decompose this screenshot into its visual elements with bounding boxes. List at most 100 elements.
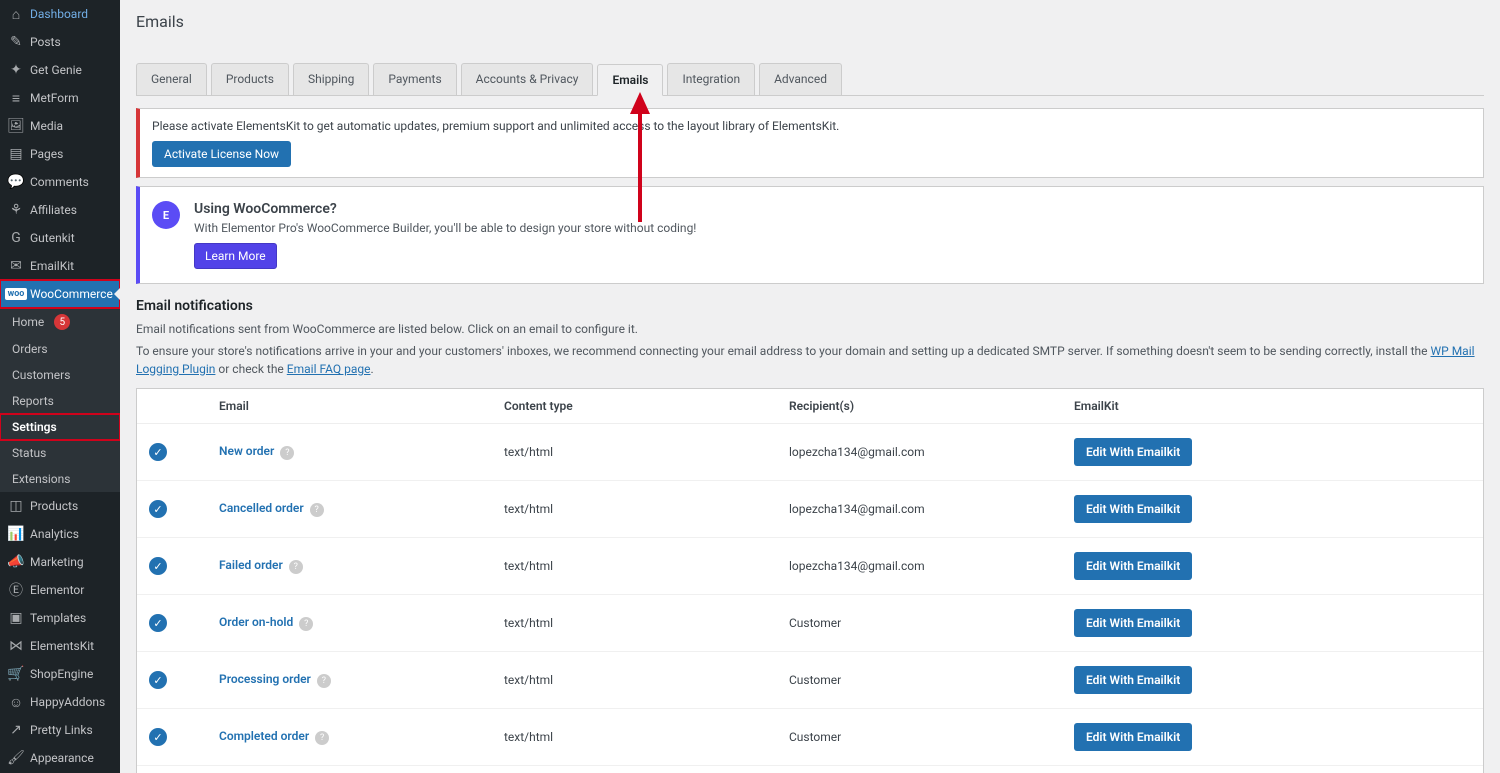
elementor-promo-notice: E Using WooCommerce? With Elementor Pro'… bbox=[136, 186, 1484, 284]
analytics-icon: 📊 bbox=[8, 526, 24, 542]
sidebar-subitem-settings[interactable]: Settings bbox=[0, 414, 120, 440]
sidebar-item-marketing[interactable]: 📣Marketing bbox=[0, 548, 120, 576]
recipient-cell: Customer bbox=[777, 595, 1062, 652]
promo-heading: Using WooCommerce? bbox=[194, 201, 696, 217]
sidebar-item-comments[interactable]: 💬Comments bbox=[0, 168, 120, 196]
edit-with-emailkit-button[interactable]: Edit With Emailkit bbox=[1074, 552, 1192, 580]
content-type-cell: text/html bbox=[492, 424, 777, 481]
recipient-cell: lopezcha134@gmail.com bbox=[777, 538, 1062, 595]
email-name-link[interactable]: Order on-hold bbox=[219, 615, 293, 629]
sidebar-item-posts[interactable]: ✎Posts bbox=[0, 28, 120, 56]
sidebar-subitem-status[interactable]: Status bbox=[0, 440, 120, 466]
email-name-link[interactable]: Completed order bbox=[219, 729, 309, 743]
help-tip-icon[interactable]: ? bbox=[310, 503, 324, 517]
promo-body: With Elementor Pro's WooCommerce Builder… bbox=[194, 221, 696, 235]
edit-with-emailkit-button[interactable]: Edit With Emailkit bbox=[1074, 723, 1192, 751]
templates-icon: ▣ bbox=[8, 610, 24, 626]
sidebar-subitem-reports[interactable]: Reports bbox=[0, 388, 120, 414]
recipient-cell: Customer bbox=[777, 652, 1062, 709]
affiliates-icon: ⚘ bbox=[8, 202, 24, 218]
col-recipients: Recipient(s) bbox=[777, 389, 1062, 424]
enabled-icon: ✓ bbox=[149, 728, 167, 746]
elementor-icon: E bbox=[152, 201, 180, 229]
sidebar-item-pages[interactable]: ▤Pages bbox=[0, 140, 120, 168]
table-row: ✓Cancelled order?text/htmllopezcha134@gm… bbox=[137, 481, 1483, 538]
sidebar-item-elementor[interactable]: ⒺElementor bbox=[0, 576, 120, 604]
sidebar-item-analytics[interactable]: 📊Analytics bbox=[0, 520, 120, 548]
table-row: ✓Refunded order?text/htmlCustomerEdit Wi… bbox=[137, 766, 1483, 773]
tab-accounts-privacy[interactable]: Accounts & Privacy bbox=[461, 63, 594, 95]
activate-license-button[interactable]: Activate License Now bbox=[152, 141, 291, 167]
tab-shipping[interactable]: Shipping bbox=[293, 63, 369, 95]
help-tip-icon[interactable]: ? bbox=[317, 674, 331, 688]
tab-products[interactable]: Products bbox=[211, 63, 289, 95]
edit-with-emailkit-button[interactable]: Edit With Emailkit bbox=[1074, 609, 1192, 637]
help-tip-icon[interactable]: ? bbox=[280, 446, 294, 460]
sidebar-subitem-orders[interactable]: Orders bbox=[0, 336, 120, 362]
enabled-icon: ✓ bbox=[149, 443, 167, 461]
content-type-cell: text/html bbox=[492, 766, 777, 773]
email-name-link[interactable]: Processing order bbox=[219, 672, 311, 686]
table-row: ✓Completed order?text/htmlCustomerEdit W… bbox=[137, 709, 1483, 766]
sidebar-item-products[interactable]: ◫ Products bbox=[0, 492, 120, 520]
sidebar-item-label: MetForm bbox=[30, 91, 79, 105]
sidebar-item-pretty-links[interactable]: ↗Pretty Links bbox=[0, 716, 120, 744]
sidebar-subitem-label: Home bbox=[12, 315, 44, 329]
sidebar-item-gutenkit[interactable]: GGutenkit bbox=[0, 224, 120, 252]
email-name-link[interactable]: Failed order bbox=[219, 558, 283, 572]
sidebar-submenu: Home5OrdersCustomersReports Settings Statu… bbox=[0, 308, 120, 492]
desc2-post: . bbox=[370, 362, 373, 376]
recipient-cell: Customer bbox=[777, 766, 1062, 773]
elementor-icon: Ⓔ bbox=[8, 582, 24, 598]
section-desc-1: Email notifications sent from WooCommerc… bbox=[136, 320, 1484, 338]
tab-emails[interactable]: Emails bbox=[597, 64, 663, 96]
edit-with-emailkit-button[interactable]: Edit With Emailkit bbox=[1074, 495, 1192, 523]
sidebar-subitem-label: Settings bbox=[12, 420, 57, 434]
sidebar-subitem-label: Status bbox=[12, 446, 46, 460]
sidebar-item-shopengine[interactable]: 🛒 ShopEngine bbox=[0, 660, 120, 688]
products-icon: ◫ bbox=[8, 498, 24, 514]
sidebar-item-label: Media bbox=[30, 119, 63, 133]
sidebar-item-metform[interactable]: ≡ MetForm bbox=[0, 84, 120, 112]
enabled-icon: ✓ bbox=[149, 614, 167, 632]
tab-payments[interactable]: Payments bbox=[373, 63, 456, 95]
col-content-type: Content type bbox=[492, 389, 777, 424]
help-tip-icon[interactable]: ? bbox=[315, 731, 329, 745]
email-name-link[interactable]: Cancelled order bbox=[219, 501, 304, 515]
sidebar-subitem-extensions[interactable]: Extensions bbox=[0, 466, 120, 492]
sidebar-item-elementskit[interactable]: ⋈ElementsKit bbox=[0, 632, 120, 660]
email-name-link[interactable]: New order bbox=[219, 444, 274, 458]
happyaddons-icon: ☺ bbox=[8, 694, 24, 710]
main-content: Emails GeneralProductsShippingPaymentsAc… bbox=[120, 0, 1500, 773]
sidebar-item-emailkit[interactable]: ✉EmailKit bbox=[0, 252, 120, 280]
gutenkit-icon: G bbox=[8, 230, 24, 246]
sidebar-item-appearance[interactable]: 🖌Appearance bbox=[0, 744, 120, 772]
metform-icon: ≡ bbox=[8, 90, 24, 106]
sidebar-subitem-home[interactable]: Home5 bbox=[0, 308, 120, 336]
table-row: ✓New order?text/htmllopezcha134@gmail.co… bbox=[137, 424, 1483, 481]
sidebar-subitem-customers[interactable]: Customers bbox=[0, 362, 120, 388]
sidebar-item-affiliates[interactable]: ⚘Affiliates bbox=[0, 196, 120, 224]
appearance-icon: 🖌 bbox=[8, 750, 24, 766]
sidebar-item-label: ShopEngine bbox=[30, 667, 93, 681]
dashboard-icon: ⌂ bbox=[8, 6, 24, 22]
sidebar-item-dashboard[interactable]: ⌂Dashboard bbox=[0, 0, 120, 28]
help-tip-icon[interactable]: ? bbox=[289, 560, 303, 574]
learn-more-button[interactable]: Learn More bbox=[194, 243, 277, 269]
edit-with-emailkit-button[interactable]: Edit With Emailkit bbox=[1074, 666, 1192, 694]
help-tip-icon[interactable]: ? bbox=[299, 617, 313, 631]
tab-advanced[interactable]: Advanced bbox=[759, 63, 842, 95]
sidebar-item-get-genie[interactable]: ✦Get Genie bbox=[0, 56, 120, 84]
sidebar-item-happyaddons[interactable]: ☺HappyAddons bbox=[0, 688, 120, 716]
sidebar-item-label: Products bbox=[30, 499, 78, 513]
col-email: Email bbox=[207, 389, 492, 424]
sidebar-item-woocommerce[interactable]: wooWooCommerce bbox=[0, 280, 120, 308]
tab-general[interactable]: General bbox=[136, 63, 207, 95]
sidebar-item-templates[interactable]: ▣Templates bbox=[0, 604, 120, 632]
tab-integration[interactable]: Integration bbox=[667, 63, 755, 95]
email-faq-link[interactable]: Email FAQ page bbox=[287, 362, 371, 376]
shopengine-icon: 🛒 bbox=[8, 666, 24, 682]
admin-sidebar: ⌂Dashboard✎Posts✦Get Genie ≡ MetForm 🖼Media… bbox=[0, 0, 120, 773]
edit-with-emailkit-button[interactable]: Edit With Emailkit bbox=[1074, 438, 1192, 466]
sidebar-item-media[interactable]: 🖼Media bbox=[0, 112, 120, 140]
